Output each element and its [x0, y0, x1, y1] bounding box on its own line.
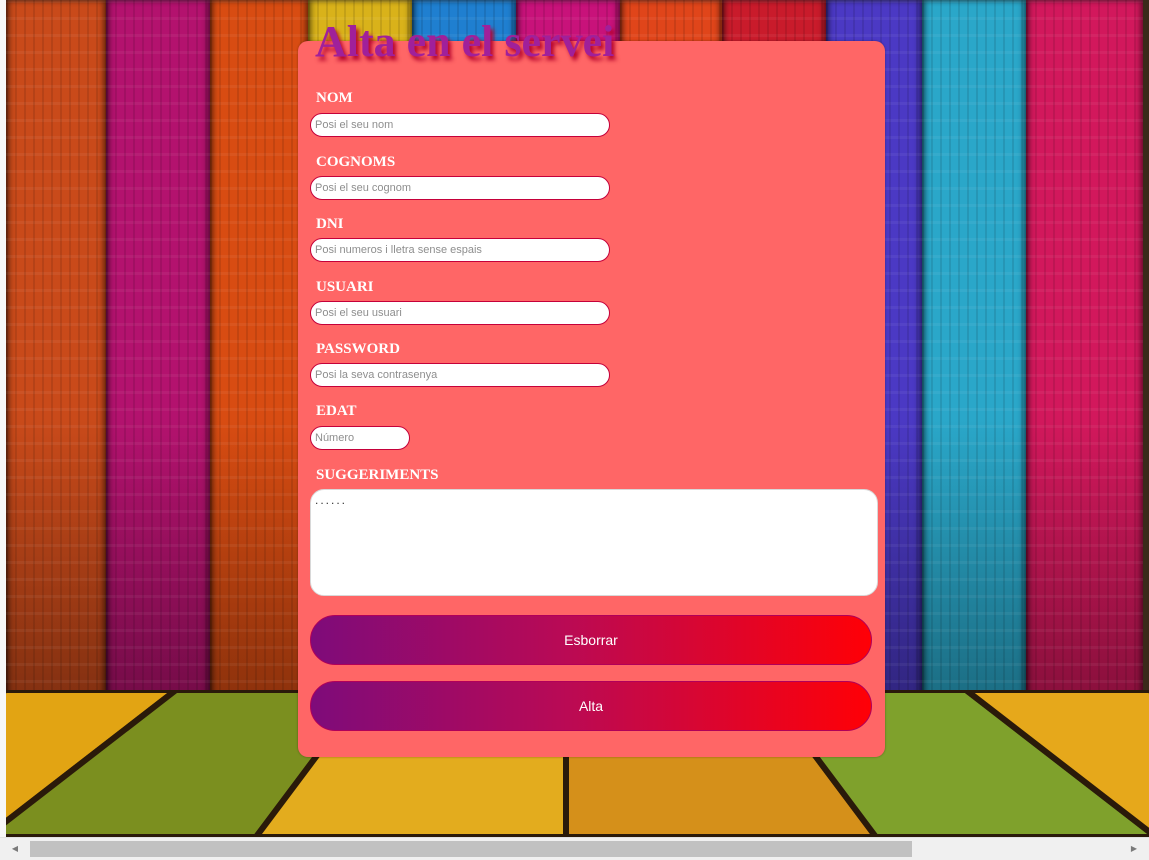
wall-plank: [210, 0, 308, 700]
page-title: Alta en el servei: [315, 17, 615, 66]
password-label: PASSWORD: [316, 341, 400, 357]
usuari-label: USUARI: [316, 279, 374, 295]
page-viewport: Alta en el servei NOM COGNOMS DNI USUARI…: [0, 0, 1149, 837]
wall-plank: [922, 0, 1026, 700]
password-input[interactable]: [310, 363, 610, 387]
scrollbar-thumb[interactable]: [30, 841, 912, 857]
dni-label: DNI: [316, 216, 344, 232]
nom-label: NOM: [316, 90, 353, 106]
wall-plank: [1026, 0, 1143, 700]
nom-input[interactable]: [310, 113, 610, 137]
wall-plank: [6, 0, 106, 700]
wall-plank: [106, 0, 210, 700]
edat-label: EDAT: [316, 403, 357, 419]
scroll-right-arrow-icon[interactable]: ▶: [1128, 843, 1140, 855]
cognoms-input[interactable]: [310, 176, 610, 200]
edat-input[interactable]: [310, 426, 410, 450]
reset-button[interactable]: Esborrar: [310, 615, 872, 665]
cognoms-label: COGNOMS: [316, 154, 396, 170]
horizontal-scrollbar[interactable]: ◀ ▶: [0, 837, 1149, 860]
scroll-left-arrow-icon[interactable]: ◀: [9, 843, 21, 855]
suggeriments-textarea[interactable]: ......: [310, 489, 878, 596]
dni-input[interactable]: [310, 238, 610, 262]
suggeriments-label: SUGGERIMENTS: [316, 467, 439, 483]
submit-button[interactable]: Alta: [310, 681, 872, 731]
usuari-input[interactable]: [310, 301, 610, 325]
